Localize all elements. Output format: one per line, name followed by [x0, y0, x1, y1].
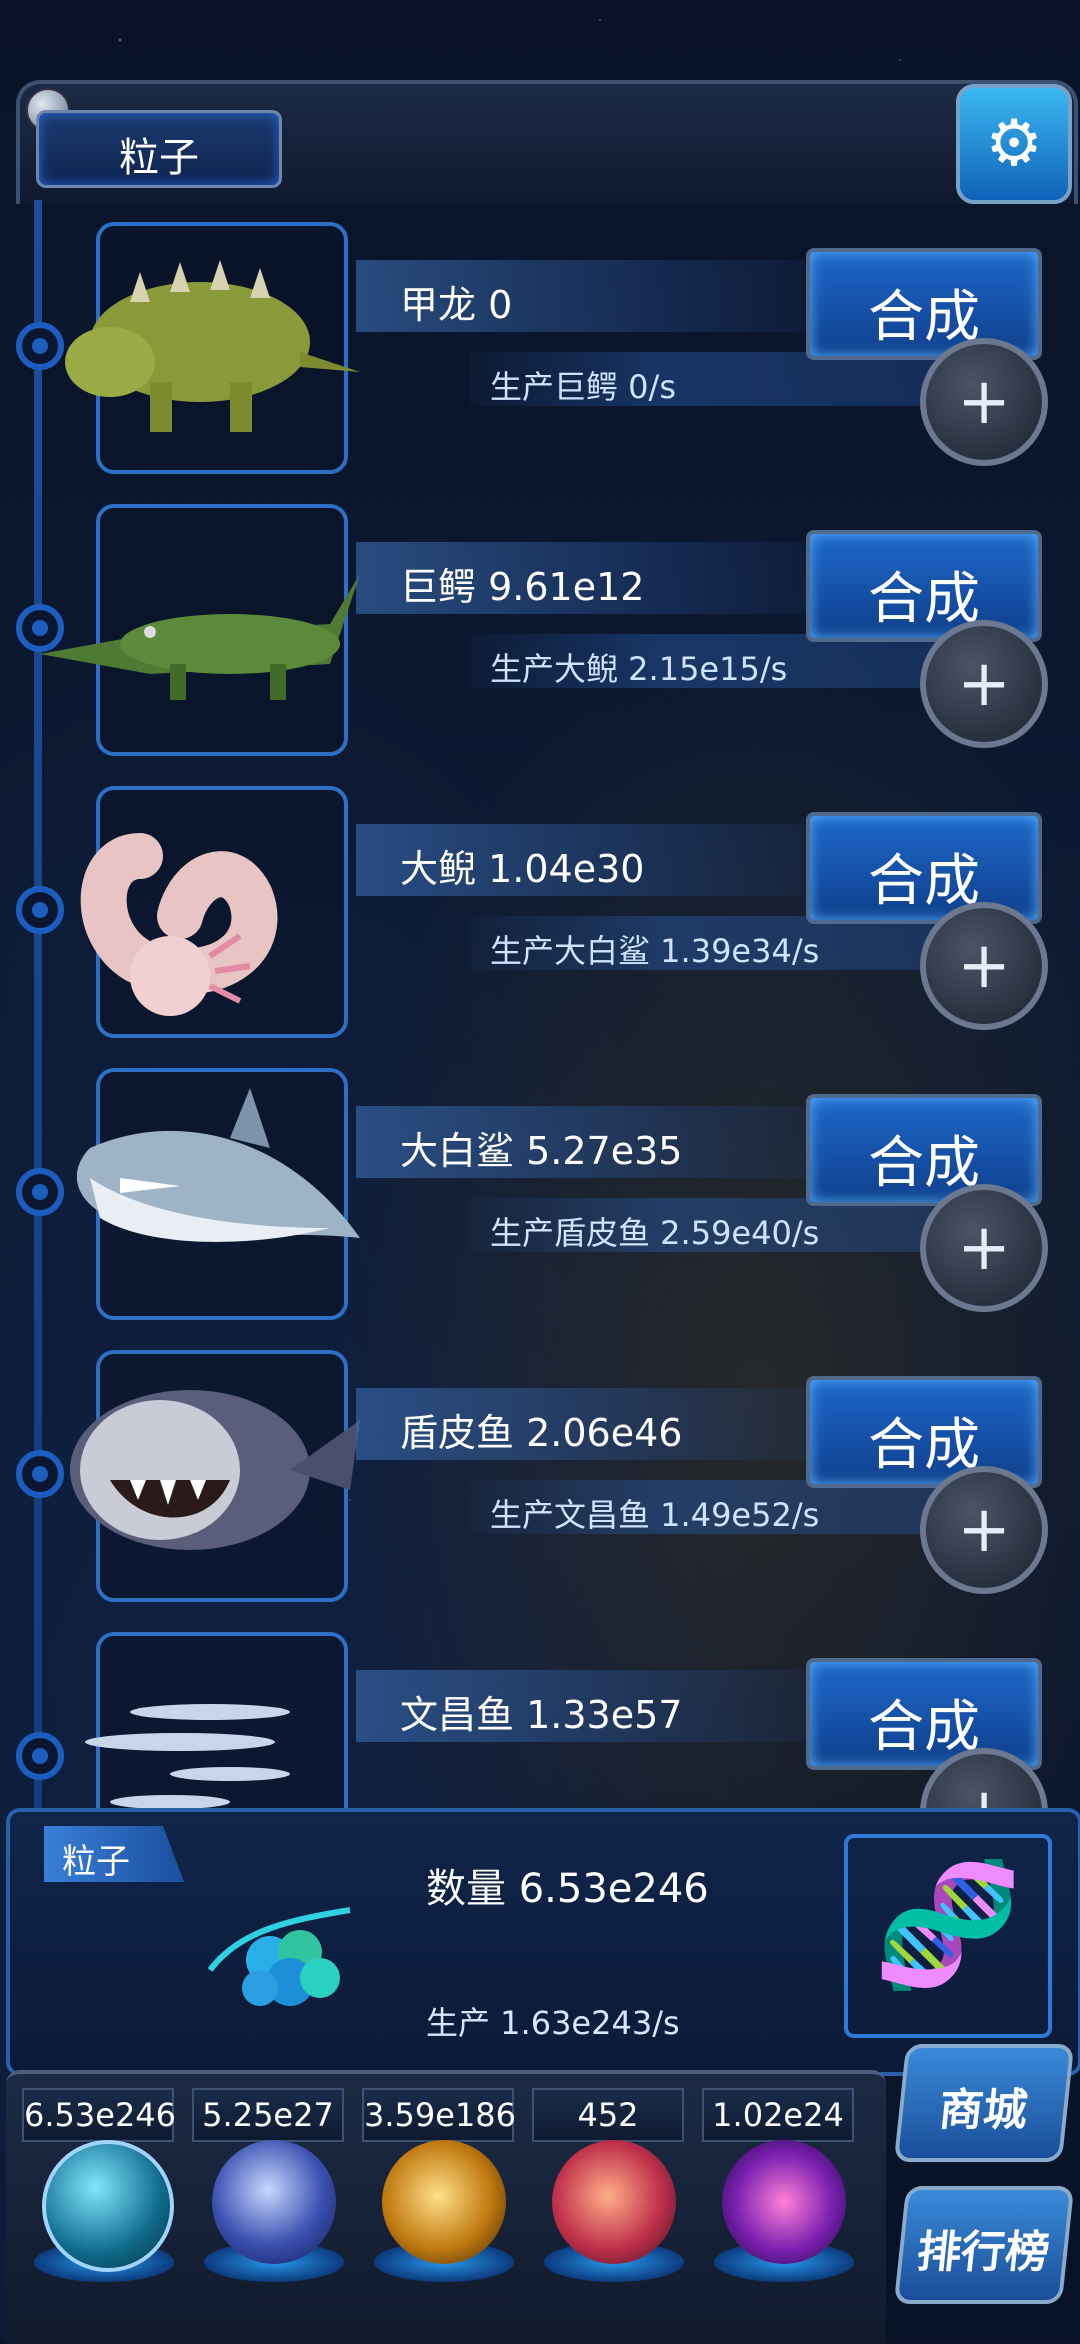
shark-image [76, 1088, 360, 1242]
creature-name-bar: 巨鳄 9.61e12 [356, 542, 856, 614]
galaxy-orb-icon[interactable] [382, 2140, 506, 2264]
shop-button[interactable]: 商城 [893, 2044, 1075, 2162]
resource-value-brain: 452 [532, 2088, 684, 2142]
production-bar: 生产大鲵 2.15e15/s [470, 634, 950, 688]
info-tag-label: 粒子 [62, 1842, 130, 1882]
creature-row: 大白鲨 5.27e35 生产盾皮鱼 2.59e40/s 合成 + [0, 1058, 1080, 1340]
creature-name-bar: 大鲵 1.04e30 [356, 824, 856, 896]
creature-name: 甲龙 0 [400, 283, 513, 327]
creature-row: 大鲵 1.04e30 生产大白鲨 1.39e34/s 合成 + [0, 776, 1080, 1058]
info-tag: 粒子 [44, 1826, 184, 1882]
page-title: 粒子 [119, 135, 199, 181]
plus-icon: + [957, 929, 1011, 1003]
particle-orb-icon[interactable] [42, 2140, 174, 2272]
production-rate: 生产盾皮鱼 2.59e40/s [490, 1214, 820, 1252]
creature-name: 盾皮鱼 2.06e46 [400, 1411, 683, 1455]
resource-value-lightning: 5.25e27 [192, 2088, 344, 2142]
production-rate: 生产巨鳄 0/s [490, 368, 676, 406]
creature-name: 文昌鱼 1.33e57 [400, 1693, 683, 1737]
resource-value-galaxy: 3.59e186 [362, 2088, 516, 2142]
production-rate: 生产文昌鱼 1.49e52/s [490, 1496, 820, 1534]
title-tab: 粒子 [36, 110, 282, 188]
brain-orb-icon[interactable] [552, 2140, 676, 2264]
particle-count: 数量 6.53e246 [426, 1866, 709, 1912]
creature-name-bar: 大白鲨 5.27e35 [356, 1106, 856, 1178]
production-rate: 生产大白鲨 1.39e34/s [490, 932, 820, 970]
creature-name-bar: 文昌鱼 1.33e57 [356, 1670, 856, 1742]
crocodile-image [40, 574, 360, 700]
add-button[interactable]: + [920, 1184, 1048, 1312]
particle-rate: 生产 1.63e243/s [426, 2004, 680, 2042]
vortex-orb-icon[interactable] [722, 2140, 846, 2264]
production-bar: 生产盾皮鱼 2.59e40/s [470, 1198, 950, 1252]
ranking-button[interactable]: 排行榜 [893, 2186, 1075, 2304]
creature-name: 巨鳄 9.61e12 [400, 565, 645, 609]
ankylosaurus-image [65, 260, 360, 432]
resource-value-vortex: 1.02e24 [702, 2088, 854, 2142]
ranking-label: 排行榜 [914, 2227, 1052, 2278]
dna-box: 🧬 [844, 1834, 1052, 2038]
settings-button[interactable]: ⚙ [956, 84, 1072, 204]
lightning-orb-icon[interactable] [212, 2140, 336, 2264]
plus-icon: + [957, 365, 1011, 439]
axolotl-image [80, 833, 278, 1016]
creature-name-bar: 甲龙 0 [356, 260, 856, 332]
production-bar: 生产文昌鱼 1.49e52/s [470, 1480, 950, 1534]
creature-row: 甲龙 0 生产巨鳄 0/s 合成 + [0, 212, 1080, 494]
dunkleosteus-image [70, 1390, 360, 1550]
production-rate: 生产大鲵 2.15e15/s [490, 650, 788, 688]
creature-row: 盾皮鱼 2.06e46 生产文昌鱼 1.49e52/s 合成 + [0, 1340, 1080, 1622]
resource-value-particle: 6.53e246 [22, 2088, 176, 2142]
plus-icon: + [957, 647, 1011, 721]
particle-cluster-icon [207, 1907, 351, 2006]
shop-label: 商城 [936, 2085, 1030, 2136]
creature-name: 大鲵 1.04e30 [400, 847, 645, 891]
add-button[interactable]: + [920, 1466, 1048, 1594]
creature-row: 巨鳄 9.61e12 生产大鲵 2.15e15/s 合成 + [0, 494, 1080, 776]
production-bar: 生产大白鲨 1.39e34/s [470, 916, 950, 970]
plus-icon: + [957, 1211, 1011, 1285]
add-button[interactable]: + [920, 902, 1048, 1030]
gear-icon: ⚙ [985, 107, 1043, 181]
production-bar: 生产巨鳄 0/s [470, 352, 950, 406]
creature-name-bar: 盾皮鱼 2.06e46 [356, 1388, 856, 1460]
plus-icon: + [957, 1493, 1011, 1567]
creature-name: 大白鲨 5.27e35 [400, 1129, 683, 1173]
dna-icon: 🧬 [873, 1856, 1023, 1995]
add-button[interactable]: + [920, 338, 1048, 466]
add-button[interactable]: + [920, 620, 1048, 748]
